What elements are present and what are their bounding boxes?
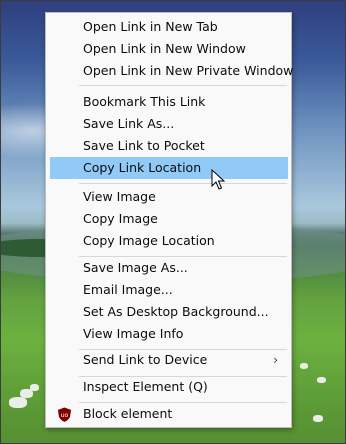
svg-text:uo: uo bbox=[61, 412, 69, 419]
menu-item-bookmark-link[interactable]: Bookmark This Link bbox=[50, 91, 288, 113]
menu-item-set-desktop-background[interactable]: Set As Desktop Background... bbox=[50, 301, 288, 323]
menu-item-label: Open Link in New Window bbox=[83, 41, 246, 56]
menu-item-save-link-to-pocket[interactable]: Save Link to Pocket bbox=[50, 135, 288, 157]
menu-item-view-image[interactable]: View Image bbox=[50, 186, 288, 208]
sheep bbox=[300, 363, 308, 369]
sheep bbox=[9, 397, 27, 408]
menu-item-label: Set As Desktop Background... bbox=[83, 304, 269, 319]
menu-item-label: Save Link As... bbox=[83, 116, 175, 131]
menu-item-label: Open Link in New Tab bbox=[83, 19, 218, 34]
sheep bbox=[30, 384, 39, 391]
menu-item-label: Open Link in New Private Window bbox=[83, 63, 294, 78]
menu-item-label: Save Link to Pocket bbox=[83, 138, 205, 153]
menu-item-label: View Image Info bbox=[83, 326, 184, 341]
chevron-right-icon: › bbox=[273, 353, 278, 367]
menu-item-label: Copy Image bbox=[83, 211, 158, 226]
menu-item-label: Inspect Element (Q) bbox=[83, 379, 208, 394]
menu-item-label: Copy Image Location bbox=[83, 233, 215, 248]
menu-item-open-link-private-window[interactable]: Open Link in New Private Window bbox=[50, 60, 293, 82]
menu-item-label: Send Link to Device bbox=[83, 352, 208, 367]
menu-item-label: Save Image As... bbox=[83, 260, 188, 275]
menu-item-copy-image-location[interactable]: Copy Image Location bbox=[50, 230, 288, 252]
sheep bbox=[313, 415, 323, 422]
sheep bbox=[317, 377, 326, 383]
menu-item-open-link-new-tab[interactable]: Open Link in New Tab bbox=[50, 16, 288, 38]
menu-item-label: Block element bbox=[83, 406, 173, 421]
screenshot-frame: Open Link in New Tab Open Link in New Wi… bbox=[0, 0, 346, 444]
menu-item-send-link-to-device[interactable]: Send Link to Device › bbox=[50, 349, 288, 371]
mouse-cursor-icon bbox=[211, 169, 226, 190]
menu-item-inspect-element[interactable]: Inspect Element (Q) bbox=[50, 376, 288, 398]
menu-item-save-image-as[interactable]: Save Image As... bbox=[50, 257, 288, 279]
menu-item-label: View Image bbox=[83, 189, 156, 204]
menu-item-label: Copy Link Location bbox=[83, 160, 202, 175]
menu-item-email-image[interactable]: Email Image... bbox=[50, 279, 288, 301]
ublock-origin-icon: uo bbox=[57, 407, 72, 422]
menu-item-open-link-new-window[interactable]: Open Link in New Window bbox=[50, 38, 288, 60]
context-menu: Open Link in New Tab Open Link in New Wi… bbox=[45, 12, 293, 428]
menu-item-label: Bookmark This Link bbox=[83, 94, 206, 109]
menu-item-label: Email Image... bbox=[83, 282, 173, 297]
menu-separator bbox=[79, 85, 287, 86]
menu-item-save-link-as[interactable]: Save Link As... bbox=[50, 113, 288, 135]
menu-item-view-image-info[interactable]: View Image Info bbox=[50, 323, 288, 345]
menu-item-copy-link-location[interactable]: Copy Link Location bbox=[50, 157, 288, 179]
menu-separator bbox=[79, 183, 287, 184]
menu-item-block-element[interactable]: uo Block element bbox=[50, 403, 288, 425]
menu-item-copy-image[interactable]: Copy Image bbox=[50, 208, 288, 230]
